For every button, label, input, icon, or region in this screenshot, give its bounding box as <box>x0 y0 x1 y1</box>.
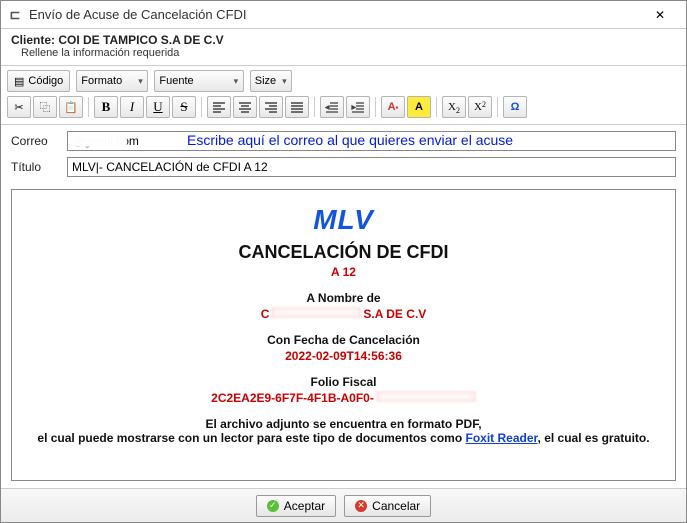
text-color-button[interactable]: A▪ <box>381 96 405 118</box>
pdf-line2: el cual puede mostrarse con un lector pa… <box>22 431 665 445</box>
cancel-button[interactable]: ✕ Cancelar <box>344 495 431 517</box>
clipboard-icon: 📋 <box>64 101 78 114</box>
cancel-icon: ✕ <box>355 500 367 512</box>
size-label: Size <box>255 75 276 87</box>
scissors-icon: ✂ <box>14 101 23 114</box>
chevron-down-icon: ▾ <box>138 76 143 87</box>
redacted-area <box>376 391 476 402</box>
highlight-button[interactable]: A <box>407 96 431 118</box>
name-prefix: C <box>261 307 270 321</box>
align-center-button[interactable] <box>233 96 257 118</box>
align-left-button[interactable] <box>207 96 231 118</box>
size-select[interactable]: Size ▾ <box>250 70 292 92</box>
titulo-row: Título <box>11 157 676 177</box>
pdf-line2b: , el cual es gratuito. <box>538 431 650 445</box>
close-button[interactable]: ✕ <box>640 1 680 29</box>
highlight-icon: A <box>415 101 423 113</box>
header-subtext: Rellene la información requerida <box>21 47 676 59</box>
subscript-button[interactable]: X2 <box>442 96 466 118</box>
pdf-line1: El archivo adjunto se encuentra en forma… <box>22 417 665 431</box>
name-head: A Nombre de <box>22 291 665 305</box>
code-icon: ▤ <box>14 75 24 88</box>
client-prefix: Cliente: <box>11 33 58 47</box>
separator <box>88 97 89 117</box>
footer-buttons: ✓ Aceptar ✕ Cancelar <box>1 488 686 522</box>
special-char-button[interactable]: Ω <box>503 96 527 118</box>
date-value: 2022-02-09T14:56:36 <box>22 349 665 363</box>
message-body-editor[interactable]: MLV CANCELACIÓN DE CFDI A 12 A Nombre de… <box>11 189 676 481</box>
name-value: C S.A DE C.V <box>22 307 665 321</box>
font-select[interactable]: Fuente ▾ <box>154 70 244 92</box>
indent-button[interactable] <box>346 96 370 118</box>
format-toolbar-row1: ▤ Código Formato ▾ Fuente ▾ Size ▾ <box>1 66 686 94</box>
paste-button[interactable]: 📋 <box>59 96 83 118</box>
header-info: Cliente: COI DE TAMPICO S.A DE C.V Relle… <box>1 29 686 66</box>
form-area: Correo Escribe aquí el correo al que qui… <box>1 125 686 189</box>
chevron-down-icon: ▾ <box>282 76 287 87</box>
separator <box>497 97 498 117</box>
source-code-button[interactable]: ▤ Código <box>7 70 70 92</box>
copy-button[interactable]: ⿻ <box>33 96 57 118</box>
titlebar: ⊏ Envío de Acuse de Cancelación CFDI ✕ <box>1 1 686 29</box>
outdent-button[interactable] <box>320 96 344 118</box>
format-toolbar-row2: ✂ ⿻ 📋 B I U S A▪ A X2 X2 Ω <box>1 94 686 125</box>
message-content: MLV CANCELACIÓN DE CFDI A 12 A Nombre de… <box>22 204 665 445</box>
code-label: Código <box>28 75 63 87</box>
accept-label: Aceptar <box>284 499 325 513</box>
folio-prefix: 2C2EA2E9-6F7F-4F1B-A0F0- <box>211 391 374 405</box>
correo-label: Correo <box>11 134 59 148</box>
titulo-label: Título <box>11 160 59 174</box>
folio-value: 2C2EA2E9-6F7F-4F1B-A0F0- <box>22 391 665 405</box>
chevron-down-icon: ▾ <box>234 76 239 87</box>
italic-button[interactable]: I <box>120 96 144 118</box>
cut-button[interactable]: ✂ <box>7 96 31 118</box>
separator <box>314 97 315 117</box>
client-name: COI DE TAMPICO S.A DE C.V <box>58 33 223 47</box>
accept-button[interactable]: ✓ Aceptar <box>256 495 336 517</box>
heading-code: A 12 <box>22 265 665 279</box>
app-icon: ⊏ <box>7 7 23 23</box>
omega-icon: Ω <box>511 101 520 113</box>
heading-cancel: CANCELACIÓN DE CFDI <box>22 242 665 263</box>
superscript-button[interactable]: X2 <box>468 96 492 118</box>
align-right-button[interactable] <box>259 96 283 118</box>
underline-button[interactable]: U <box>146 96 170 118</box>
foxit-reader-link[interactable]: Foxit Reader <box>466 431 538 445</box>
strikethrough-button[interactable]: S <box>172 96 196 118</box>
redacted-area <box>271 307 361 318</box>
brand-text: MLV <box>22 204 665 236</box>
date-head: Con Fecha de Cancelación <box>22 333 665 347</box>
check-icon: ✓ <box>267 500 279 512</box>
text-color-icon: A▪ <box>388 101 399 113</box>
cancel-label: Cancelar <box>372 499 420 513</box>
bold-button[interactable]: B <box>94 96 118 118</box>
separator <box>201 97 202 117</box>
copy-icon: ⿻ <box>40 99 51 115</box>
separator <box>375 97 376 117</box>
correo-row: Correo Escribe aquí el correo al que qui… <box>11 131 676 151</box>
format-label: Formato <box>81 75 122 87</box>
format-select[interactable]: Formato ▾ <box>76 70 148 92</box>
close-icon: ✕ <box>655 8 665 22</box>
folio-head: Folio Fiscal <box>22 375 665 389</box>
correo-input[interactable] <box>67 131 676 151</box>
window-title: Envío de Acuse de Cancelación CFDI <box>29 7 247 22</box>
titulo-input[interactable] <box>67 157 676 177</box>
separator <box>436 97 437 117</box>
pdf-line2a: el cual puede mostrarse con un lector pa… <box>37 431 465 445</box>
align-justify-button[interactable] <box>285 96 309 118</box>
name-suffix: S.A DE C.V <box>363 307 426 321</box>
redacted-area <box>71 133 127 147</box>
font-label: Fuente <box>159 75 193 87</box>
